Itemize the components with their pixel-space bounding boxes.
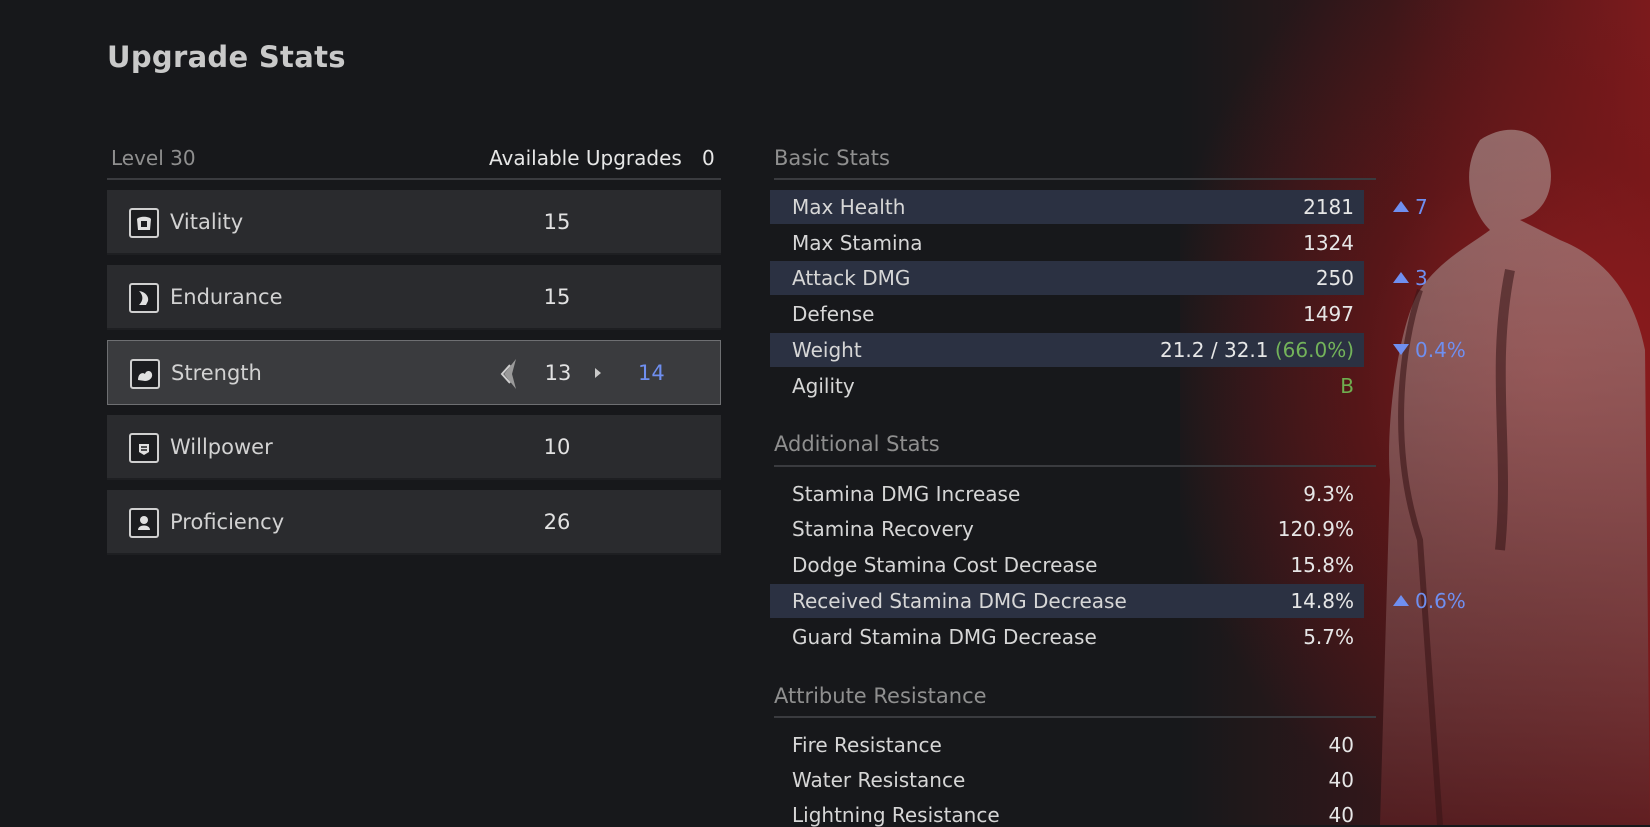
stat-label: Lightning Resistance xyxy=(792,803,1000,827)
attribute-name: Endurance xyxy=(170,285,283,309)
stat-label: Fire Resistance xyxy=(792,733,942,757)
stat-label: Dodge Stamina Cost Decrease xyxy=(792,553,1098,577)
arrow-right-icon xyxy=(595,368,601,378)
decrease-arrow-icon[interactable] xyxy=(498,357,520,395)
basic-stats-heading: Basic Stats xyxy=(774,146,890,170)
weight-percent: (66.0%) xyxy=(1274,338,1354,362)
additional-stats-heading: Additional Stats xyxy=(774,432,940,456)
character-portrait xyxy=(1380,129,1650,825)
stat-row: Stamina Recovery 120.9% xyxy=(770,512,1364,546)
attribute-row-willpower[interactable]: Willpower 10 xyxy=(107,415,721,480)
stat-label: Agility xyxy=(792,374,855,398)
proficiency-icon xyxy=(129,508,159,538)
attribute-row-strength[interactable]: Strength 13 14 xyxy=(107,340,721,405)
stat-row-weight: Weight 21.2 / 32.1 (66.0%) xyxy=(770,333,1364,367)
stat-value: 40 xyxy=(1328,768,1354,792)
stat-row: Lightning Resistance 40 xyxy=(770,798,1364,827)
attribute-value: 15 xyxy=(543,210,571,234)
stat-row: Guard Stamina DMG Decrease 5.7% xyxy=(770,620,1364,654)
increase-arrow-icon xyxy=(1393,595,1409,606)
stat-label: Stamina DMG Increase xyxy=(792,482,1021,506)
vitality-icon xyxy=(129,208,159,238)
attribute-name: Willpower xyxy=(170,435,273,459)
stat-label: Received Stamina DMG Decrease xyxy=(792,589,1127,613)
stat-label: Stamina Recovery xyxy=(792,517,974,541)
stat-value: 1324 xyxy=(1303,231,1354,255)
available-upgrades-label: Available Upgrades xyxy=(489,146,682,170)
stat-value: 40 xyxy=(1328,733,1354,757)
stat-label: Weight xyxy=(792,338,862,362)
stat-row-attack-dmg: Attack DMG 250 xyxy=(770,261,1364,295)
stat-row-max-health: Max Health 2181 xyxy=(770,190,1364,224)
attribute-name: Vitality xyxy=(170,210,244,234)
divider xyxy=(107,178,721,180)
attribute-name: Strength xyxy=(171,361,262,385)
stat-delta: 0.4% xyxy=(1393,338,1466,362)
stat-label: Max Health xyxy=(792,195,906,219)
stat-delta: 0.6% xyxy=(1393,589,1466,613)
attribute-row-proficiency[interactable]: Proficiency 26 xyxy=(107,490,721,555)
stat-row: Dodge Stamina Cost Decrease 15.8% xyxy=(770,548,1364,582)
stat-row: Stamina DMG Increase 9.3% xyxy=(770,477,1364,511)
stat-value: 9.3% xyxy=(1303,482,1354,506)
stat-label: Defense xyxy=(792,302,875,326)
stat-value: 14.8% xyxy=(1290,589,1354,613)
stat-value: B xyxy=(1340,374,1354,398)
stat-delta: 7 xyxy=(1393,195,1428,219)
attribute-value: 10 xyxy=(543,435,571,459)
attribute-value: 13 xyxy=(544,361,572,385)
attribute-resistance-heading: Attribute Resistance xyxy=(774,684,987,708)
stat-value: 250 xyxy=(1315,266,1354,290)
stat-value: 120.9% xyxy=(1277,517,1354,541)
stat-label: Water Resistance xyxy=(792,768,966,792)
attribute-value: 15 xyxy=(543,285,571,309)
decrease-arrow-icon xyxy=(1393,344,1409,355)
endurance-icon xyxy=(129,283,159,313)
divider xyxy=(774,716,1376,718)
strength-icon xyxy=(130,359,160,389)
stat-label: Attack DMG xyxy=(792,266,911,290)
stat-value: 5.7% xyxy=(1303,625,1354,649)
increase-arrow-icon xyxy=(1393,272,1409,283)
attribute-row-vitality[interactable]: Vitality 15 xyxy=(107,190,721,255)
stat-row-defense: Defense 1497 xyxy=(770,297,1364,331)
stat-delta: 3 xyxy=(1393,266,1428,290)
attribute-row-endurance[interactable]: Endurance 15 xyxy=(107,265,721,330)
stat-value: 21.2 / 32.1 (66.0%) xyxy=(1159,338,1354,362)
stat-label: Guard Stamina DMG Decrease xyxy=(792,625,1097,649)
available-upgrades-value: 0 xyxy=(702,146,715,170)
divider xyxy=(774,178,1376,180)
stat-value: 2181 xyxy=(1303,195,1354,219)
stat-row: Water Resistance 40 xyxy=(770,763,1364,797)
stat-row-agility: Agility B xyxy=(770,369,1364,403)
divider xyxy=(774,465,1376,467)
stat-value: 1497 xyxy=(1303,302,1354,326)
attribute-new-value: 14 xyxy=(638,361,665,385)
stat-row-max-stamina: Max Stamina 1324 xyxy=(770,226,1364,260)
willpower-icon xyxy=(129,433,159,463)
stat-row: Received Stamina DMG Decrease 14.8% xyxy=(770,584,1364,618)
stat-label: Max Stamina xyxy=(792,231,923,255)
attribute-name: Proficiency xyxy=(170,510,285,534)
stat-row: Fire Resistance 40 xyxy=(770,728,1364,762)
stat-value: 15.8% xyxy=(1290,553,1354,577)
level-label: Level 30 xyxy=(111,146,196,170)
stat-value: 40 xyxy=(1328,803,1354,827)
increase-arrow-icon xyxy=(1393,201,1409,212)
attribute-value: 26 xyxy=(543,510,571,534)
page-title: Upgrade Stats xyxy=(107,40,346,74)
